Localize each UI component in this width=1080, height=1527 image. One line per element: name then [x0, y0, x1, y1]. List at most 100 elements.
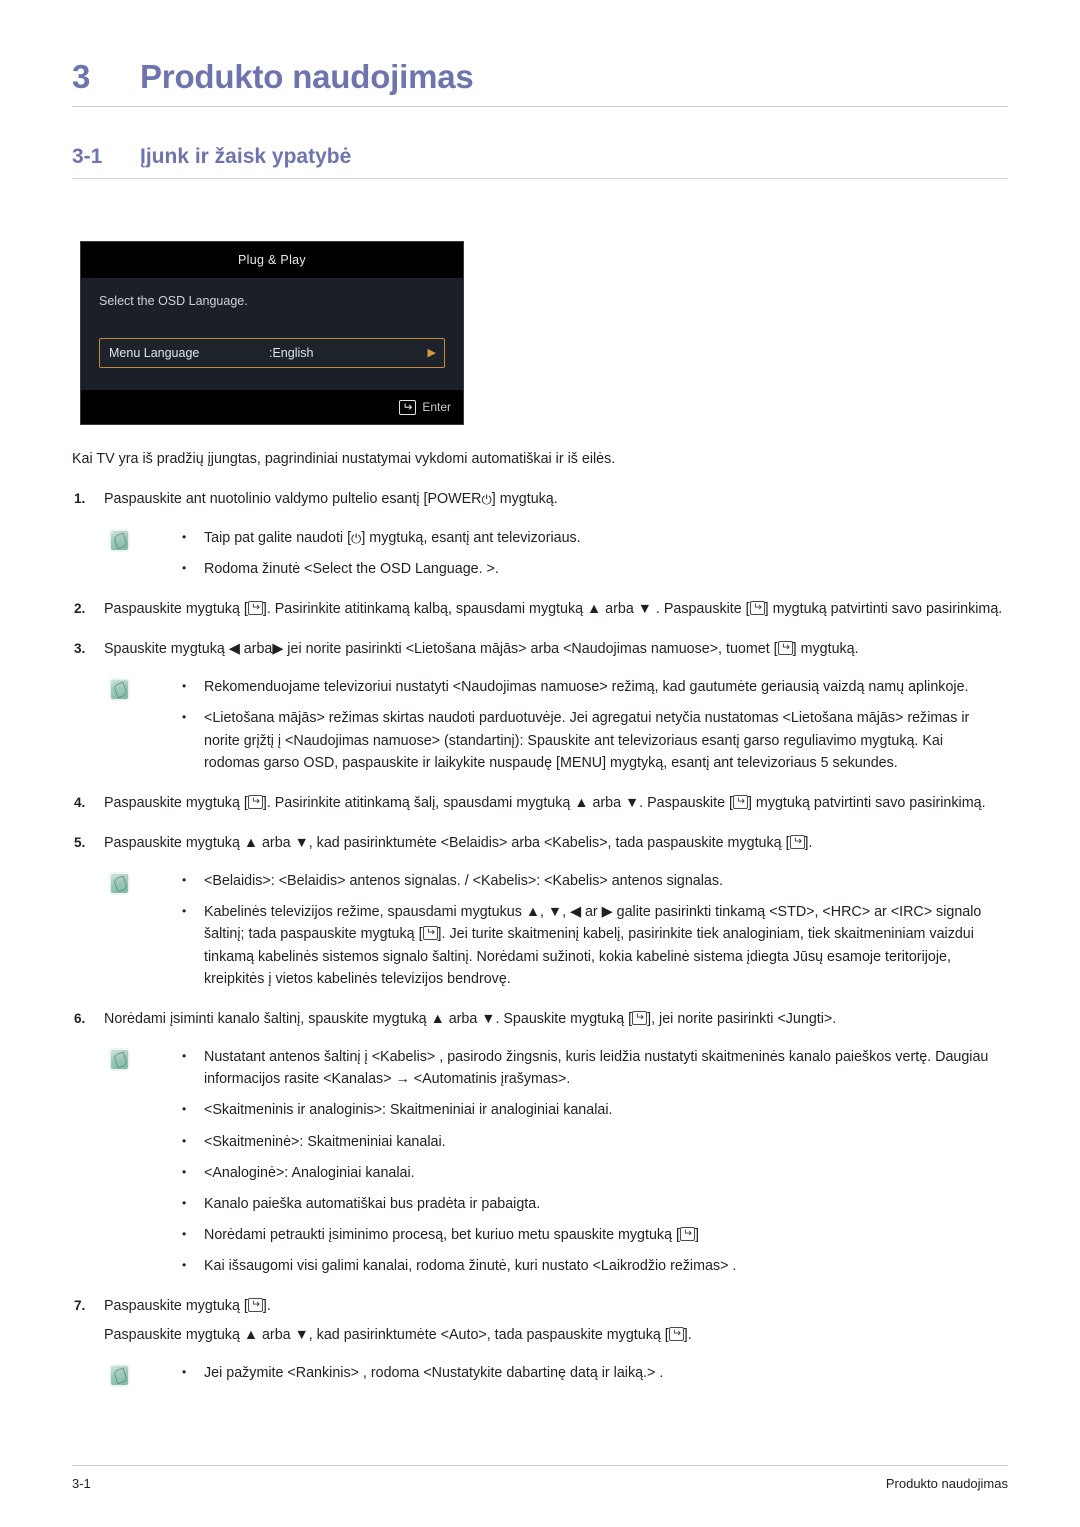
note-text: Rekomenduojame televizoriui nustatyti <N…: [204, 679, 969, 696]
osd-enter-label: Enter: [422, 400, 451, 414]
step-item: 7. Paspauskite mygtuką [].: [72, 1295, 1008, 1317]
chapter-number: 3: [72, 58, 91, 95]
step-text: Paspauskite mygtuką []. Pasirinkite atit…: [104, 598, 1008, 620]
osd-menu-language-row[interactable]: Menu Language :English ▶: [99, 338, 445, 368]
note-text: <Belaidis>: <Belaidis> antenos signalas.…: [204, 873, 724, 890]
page-footer: 3-1 Produkto naudojimas: [72, 1465, 1008, 1491]
step-number: 2.: [74, 600, 86, 616]
enter-key-icon: [668, 1326, 684, 1341]
note-icon: [110, 679, 129, 701]
step-item: 3. Spauskite mygtuką ◀ arba▶ jei norite …: [72, 638, 1008, 660]
list-item: • Taip pat galite naudoti [⏻] mygtuką, e…: [182, 527, 1008, 549]
step-text: Paspauskite mygtuką ▲ arba ▼, kad pasiri…: [104, 832, 1008, 854]
osd-dialog: Plug & Play Select the OSD Language. Men…: [80, 241, 464, 425]
note-list: • Rekomenduojame televizoriui nustatyti …: [182, 676, 1008, 774]
note-text: <Skaitmeninė>: Skaitmeniniai kanalai.: [204, 1133, 446, 1150]
list-item: • <Skaitmeninė>: Skaitmeniniai kanalai.: [182, 1131, 1008, 1153]
list-item: • <Skaitmeninis ir analoginis>: Skaitmen…: [182, 1099, 1008, 1121]
step-text-part: Spauskite mygtuką ◀ arba▶ jei norite pas…: [104, 641, 778, 658]
step-text-part: Paspauskite ant nuotolinio valdymo pulte…: [104, 491, 482, 508]
step-number: 6.: [74, 1010, 86, 1026]
bullet-icon: •: [182, 1364, 187, 1379]
list-item: • <Lietošana mājās> režimas skirtas naud…: [182, 707, 1008, 773]
step-text-part: Paspauskite mygtuką ▲ arba ▼, kad pasiri…: [104, 835, 790, 851]
note-text: Kabelinės televizijos režime, spausdami …: [204, 901, 1008, 990]
document-page: 3 Produkto naudojimas 3-1 Įjunk ir žaisk…: [0, 0, 1080, 1527]
intro-paragraph: Kai TV yra iš pradžių įjungtas, pagrindi…: [72, 451, 616, 467]
step-text: Norėdami įsiminti kanalo šaltinį, spausk…: [104, 1008, 1008, 1030]
chapter-title: Produkto naudojimas: [140, 58, 474, 95]
osd-prompt: Select the OSD Language.: [99, 294, 248, 308]
note-list: • Nustatant antenos šaltinį į <Kabelis> …: [182, 1046, 1008, 1277]
note-text-part: ] mygtuką, esantį ant televizoriaus.: [361, 529, 581, 546]
enter-key-icon: [777, 641, 793, 656]
steps-list: 2. Paspauskite mygtuką []. Pasirinkite a…: [72, 598, 1008, 660]
step-number: 5.: [74, 835, 86, 850]
note-block: • Taip pat galite naudoti [⏻] mygtuką, e…: [72, 527, 1008, 580]
footer-chapter-name: Produkto naudojimas: [885, 1476, 1008, 1491]
chapter-divider: [72, 106, 1008, 107]
step-item: 1. Paspauskite ant nuotolinio valdymo pu…: [72, 488, 1008, 510]
step-item: 6. Norėdami įsiminti kanalo šaltinį, spa…: [72, 1008, 1008, 1030]
note-block: • Nustatant antenos šaltinį į <Kabelis> …: [72, 1046, 1008, 1277]
steps-list: 6. Norėdami įsiminti kanalo šaltinį, spa…: [72, 1008, 1008, 1030]
step-text-part: Paspauskite mygtuką [: [104, 600, 248, 617]
bullet-icon: •: [182, 1102, 187, 1117]
enter-key-icon: [732, 794, 748, 809]
step-number: 1.: [74, 491, 86, 507]
list-item: • Kanalo paieška automatiškai bus pradėt…: [182, 1193, 1008, 1215]
list-item: • Kabelinės televizijos režime, spausdam…: [182, 901, 1008, 990]
enter-key-icon: [679, 1227, 695, 1242]
power-icon: ⏻: [481, 492, 492, 508]
note-list: • Jei pažymite <Rankinis> , rodoma <Nust…: [182, 1362, 1008, 1384]
step-text: Paspauskite ant nuotolinio valdymo pulte…: [104, 488, 1008, 510]
step-text: Paspauskite mygtuką [].: [104, 1295, 1008, 1317]
step-text-part: Norėdami įsiminti kanalo šaltinį, spausk…: [104, 1010, 633, 1027]
note-text: <Skaitmeninis ir analoginis>: Skaitmenin…: [204, 1102, 613, 1119]
step-text-part: ].: [262, 1298, 271, 1315]
list-item: • Norėdami petraukti įsiminimo procesą, …: [182, 1224, 1008, 1246]
note-icon: [110, 529, 129, 551]
bullet-icon: •: [182, 1195, 187, 1210]
bullet-icon: •: [182, 560, 187, 575]
enter-key-icon: [247, 794, 263, 809]
osd-figure: Plug & Play Select the OSD Language. Men…: [80, 241, 464, 425]
bullet-icon: •: [182, 710, 187, 725]
osd-menu-language-value: :English: [269, 346, 314, 360]
note-text: <Lietošana mājās> režimas skirtas naudot…: [204, 710, 970, 771]
note-text: Taip pat galite naudoti [⏻] mygtuką, esa…: [204, 527, 1008, 549]
list-item: • <Belaidis>: <Belaidis> antenos signala…: [182, 870, 1008, 892]
note-text: Jei pažymite <Rankinis> , rodoma <Nustat…: [204, 1364, 664, 1381]
note-block: • Jei pažymite <Rankinis> , rodoma <Nust…: [72, 1362, 1008, 1386]
section-divider: [72, 178, 1008, 179]
note-text: Norėdami petraukti įsiminimo procesą, be…: [204, 1224, 1008, 1246]
step-subtext: Paspauskite mygtuką ▲ arba ▼, kad pasiri…: [104, 1324, 1008, 1346]
steps-list: 4. Paspauskite mygtuką []. Pasirinkite a…: [72, 792, 1008, 854]
bullet-icon: •: [182, 904, 187, 919]
note-block: • Rekomenduojame televizoriui nustatyti …: [72, 676, 1008, 774]
step-text-part: Paspauskite mygtuką [: [104, 794, 248, 811]
footer-page-number: 3-1: [72, 1476, 91, 1491]
step-item: 4. Paspauskite mygtuką []. Pasirinkite a…: [72, 792, 1008, 814]
osd-body: Select the OSD Language. Menu Language :…: [81, 278, 463, 390]
note-icon: [110, 873, 129, 895]
note-text-part: Taip pat galite naudoti [: [204, 529, 352, 546]
note-text: Rodoma žinutė <Select the OSD Language. …: [204, 560, 499, 577]
step-text-part: ].: [683, 1326, 692, 1343]
steps-list: 7. Paspauskite mygtuką [].: [72, 1295, 1008, 1317]
bullet-icon: •: [182, 1227, 187, 1242]
step-item: 5. Paspauskite mygtuką ▲ arba ▼, kad pas…: [72, 832, 1008, 854]
enter-key-icon: [749, 600, 765, 615]
power-icon: ⏻: [351, 530, 362, 546]
step-text-part: ] mygtuką patvirtinti savo pasirinkimą.: [764, 600, 1003, 617]
chapter-heading: 3 Produkto naudojimas: [72, 0, 1008, 96]
section-heading: 3-1 Įjunk ir žaisk ypatybė: [72, 145, 1008, 169]
osd-title: Plug & Play: [81, 242, 463, 278]
note-block: • <Belaidis>: <Belaidis> antenos signala…: [72, 870, 1008, 990]
step-text-part: ].: [804, 835, 813, 851]
list-item: • Kai išsaugomi visi galimi kanalai, rod…: [182, 1255, 1008, 1277]
step-text-part: ] mygtuką.: [792, 641, 859, 658]
list-item: • Jei pažymite <Rankinis> , rodoma <Nust…: [182, 1362, 1008, 1384]
enter-key-icon: [632, 1010, 648, 1025]
bullet-icon: •: [182, 1049, 187, 1064]
